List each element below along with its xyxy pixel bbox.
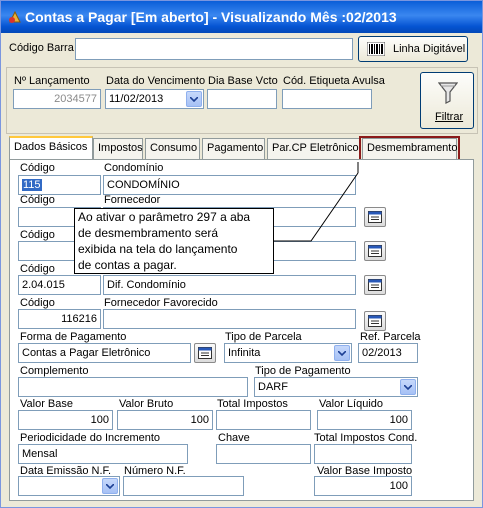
window: Contas a Pagar [Em aberto] - Visualizand… [0, 0, 483, 508]
callout-line: de contas a pagar. [78, 258, 177, 272]
callout-line: de desmembramento será [78, 226, 219, 240]
callout-line: Ao ativar o parâmetro 297 a aba [78, 210, 251, 224]
callout-line: exibida na tela do lançamento [78, 242, 238, 256]
callout-note: Ao ativar o parâmetro 297 a aba de desme… [74, 208, 274, 274]
